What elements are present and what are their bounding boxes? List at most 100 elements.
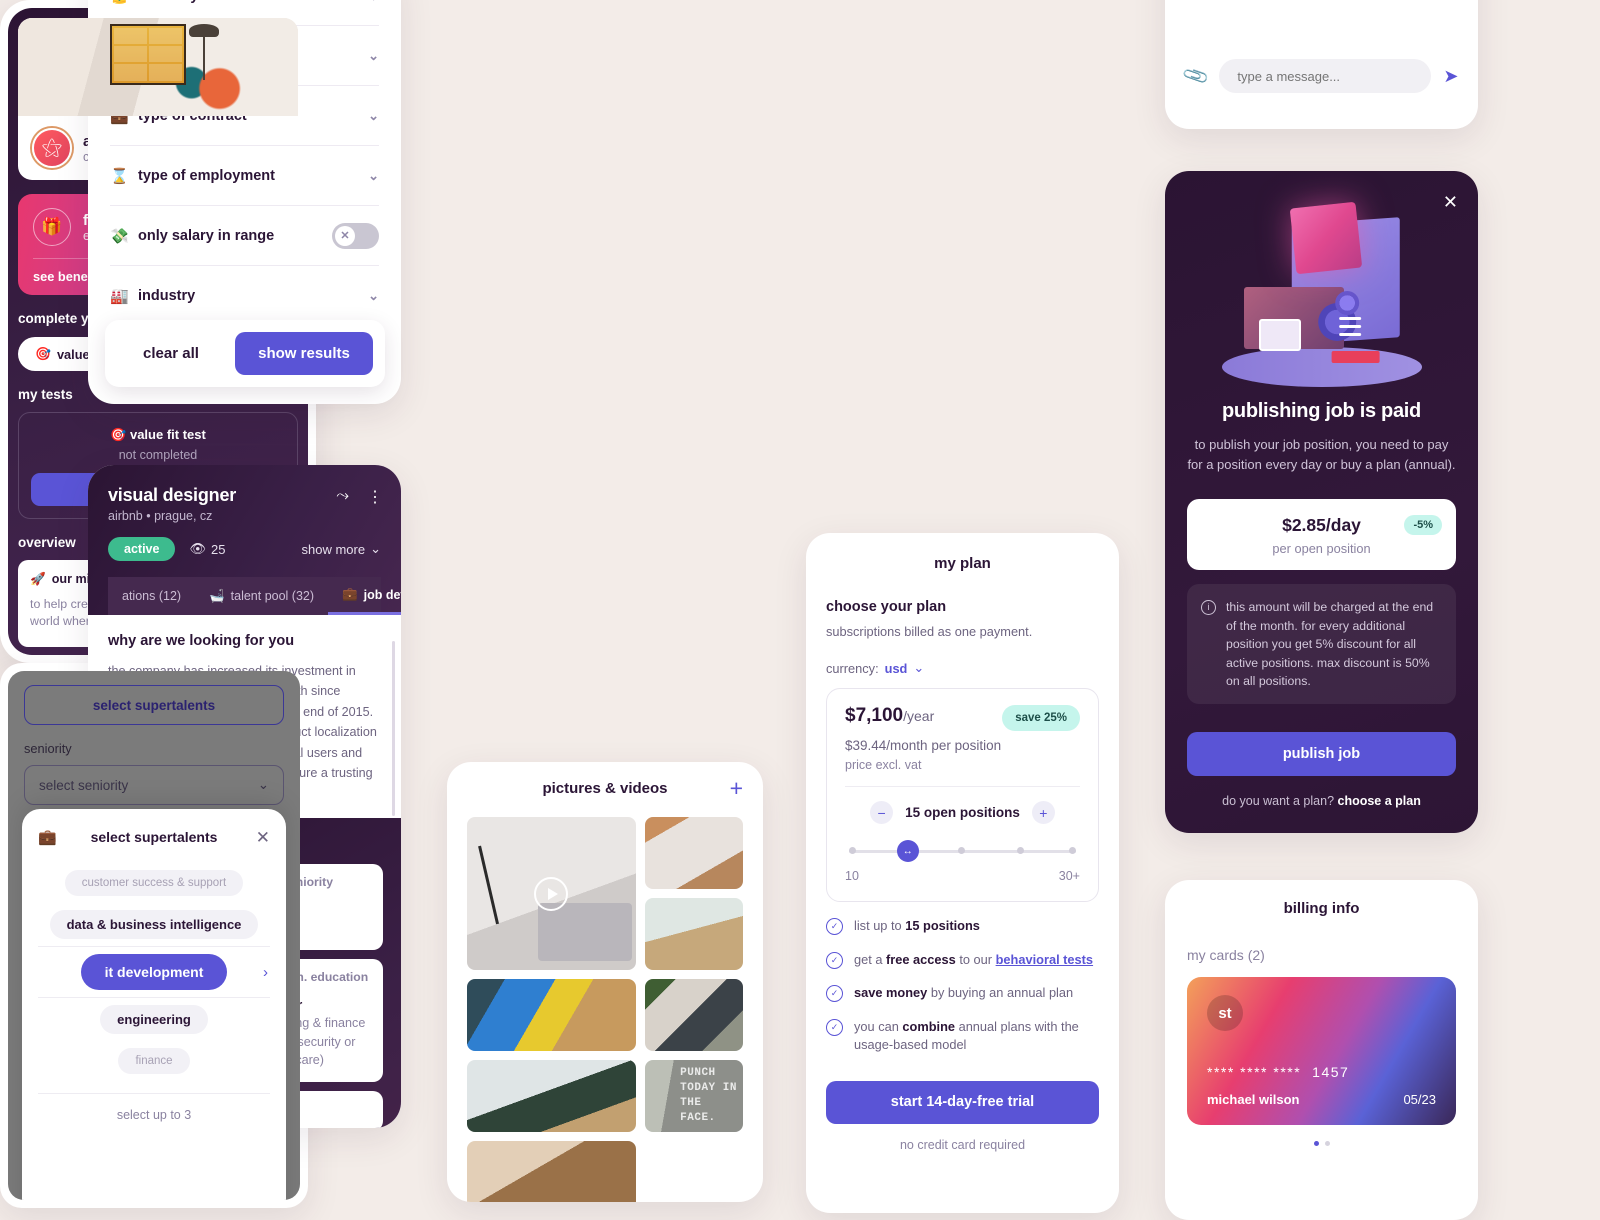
chevron-right-icon[interactable]: › <box>263 964 268 981</box>
option-it-development[interactable]: it development › <box>38 946 270 998</box>
close-icon[interactable]: ✕ <box>256 829 270 846</box>
publishing-job-modal: ✕ publishing job is paid to publish your… <box>1165 171 1478 833</box>
tab-label: job detail <box>363 587 401 602</box>
crown-icon: 👑 <box>110 0 129 5</box>
decorative-shelf <box>110 23 186 85</box>
views-counter: 👁 25 <box>189 541 225 557</box>
check-icon: ✓ <box>826 951 843 969</box>
feature-item-behavioral-tests: ✓ get a free access to our behavioral te… <box>826 951 1099 970</box>
media-thumbnail[interactable] <box>644 817 743 889</box>
filter-label: seniority <box>138 0 358 4</box>
feature-item-save-money: ✓ save money by buying an annual plan <box>826 984 1099 1003</box>
paperclip-icon[interactable]: 📎 <box>1181 61 1211 90</box>
currency-value: usd <box>884 660 908 676</box>
choose-a-plan-link[interactable]: choose a plan <box>1338 794 1421 808</box>
toggle-knob: ✕ <box>335 225 355 246</box>
carousel-dot[interactable] <box>1324 1141 1330 1146</box>
publish-job-button[interactable]: publish job <box>1187 732 1456 777</box>
plan-question: do you want a plan? <box>1222 794 1335 809</box>
option-customer-success[interactable]: customer success & support <box>38 863 270 903</box>
start-trial-button[interactable]: start 14-day-free trial <box>826 1080 1099 1124</box>
billing-info-panel: billing info my cards (2) st **** **** *… <box>1165 880 1478 1220</box>
airbnb-logo-icon: ⚝ <box>32 128 72 168</box>
chevron-down-icon[interactable]: ⌄ <box>368 288 379 304</box>
salary-range-toggle[interactable]: ✕ <box>332 222 379 249</box>
chevron-down-icon[interactable]: ⌄ <box>368 168 379 184</box>
supertalents-dimmed-background: select supertalents seniority select sen… <box>8 671 300 1200</box>
filter-row-only-salary-in-range[interactable]: 💸 only salary in range ✕ <box>110 206 379 266</box>
media-thumbnail[interactable] <box>644 979 743 1051</box>
positions-slider[interactable]: ↔ <box>845 840 1080 862</box>
media-thumbnail[interactable] <box>467 979 636 1051</box>
positions-stepper: − 15 open positions + <box>845 786 1080 824</box>
feature-text: save money by buying an annual plan <box>854 985 1074 1001</box>
media-header: pictures & videos + <box>467 777 743 800</box>
decorative-lamp <box>188 23 219 80</box>
media-grid: punch today in the face. <box>467 817 743 1202</box>
currency-selector[interactable]: currency: usd ⌄ <box>826 660 1099 676</box>
tab-applications[interactable]: ations (12) <box>108 577 195 615</box>
select-supertalents-button[interactable]: select supertalents <box>24 685 284 725</box>
chevron-down-icon: ⌄ <box>913 660 925 675</box>
vat-note: price excl. vat <box>845 758 922 772</box>
chevron-down-icon[interactable]: ⌄ <box>368 108 379 124</box>
clear-all-button[interactable]: clear all <box>117 345 225 362</box>
card-carousel-dots <box>1187 1141 1456 1146</box>
supertalents-options-list: customer success & support data & busine… <box>38 863 270 1081</box>
credit-card[interactable]: st **** **** **** 1457 michael wilson 05… <box>1187 977 1456 1125</box>
modal-header: 💼 select supertalents ✕ <box>38 825 270 849</box>
share-icon[interactable]: ⤳ <box>336 487 349 507</box>
add-media-icon[interactable]: + <box>730 777 743 800</box>
tab-job-detail[interactable]: 💼 job detail <box>328 577 401 615</box>
slider-handle[interactable]: ↔ <box>896 840 919 862</box>
illustration-book <box>1331 351 1380 363</box>
publish-footer: do you want a plan? choose a plan <box>1187 794 1456 808</box>
media-video-thumbnail[interactable] <box>467 817 636 970</box>
seniority-select[interactable]: select seniority ⌄ <box>24 765 284 805</box>
option-engineering[interactable]: engineering <box>38 998 270 1041</box>
media-thumbnail[interactable] <box>644 898 743 970</box>
option-data-business-intelligence[interactable]: data & business intelligence <box>38 903 270 946</box>
choose-plan-heading: choose your plan <box>826 599 947 615</box>
target-icon: 🎯 <box>110 427 127 442</box>
filter-label: type of employment <box>138 167 275 184</box>
chevron-down-icon[interactable]: ⌄ <box>368 48 379 64</box>
media-quote-text: punch today in the face. <box>680 1067 737 1124</box>
billing-notice-text: this amount will be charged at the end o… <box>1226 600 1434 689</box>
job-tabs: ations (12) 🛁 talent pool (32) 💼 job det… <box>108 577 401 615</box>
play-icon[interactable] <box>534 876 569 911</box>
discount-badge: -5% <box>1404 515 1442 536</box>
show-results-button[interactable]: show results <box>235 332 373 375</box>
increment-positions-button[interactable]: + <box>1031 801 1055 824</box>
behavioral-tests-link[interactable]: behavioral tests <box>996 952 1093 967</box>
filter-row-industry[interactable]: 🏭 industry ⌄ <box>110 266 379 326</box>
option-finance[interactable]: finance <box>38 1041 270 1081</box>
message-input[interactable] <box>1219 59 1432 93</box>
seniority-field-label: seniority <box>24 741 72 756</box>
seniority-placeholder: select seniority <box>39 777 129 793</box>
feature-text: get a free access to our behavioral test… <box>854 951 1094 967</box>
tab-talent-pool[interactable]: 🛁 talent pool (32) <box>195 577 328 615</box>
filter-row-type-of-employment[interactable]: ⌛ type of employment ⌄ <box>110 146 379 206</box>
send-icon[interactable]: ➤ <box>1443 66 1458 87</box>
card-number: **** **** **** 1457 <box>1207 1064 1436 1080</box>
media-thumbnail[interactable] <box>467 1060 636 1132</box>
billing-panel-title: billing info <box>1283 900 1360 917</box>
hourglass-icon: ⌛ <box>110 167 129 185</box>
card-footer: michael wilson 05/23 <box>1207 1092 1436 1107</box>
chevron-down-icon: ⌄ <box>257 777 269 792</box>
target-icon: 🎯 <box>35 346 51 361</box>
more-options-icon[interactable]: ⋮ <box>367 487 383 507</box>
media-thumbnail-quote[interactable]: punch today in the face. <box>644 1060 743 1132</box>
carousel-dot-active[interactable] <box>1313 1141 1319 1146</box>
decrement-positions-button[interactable]: − <box>870 801 894 824</box>
chevron-down-icon[interactable]: ⌄ <box>368 0 379 4</box>
check-icon: ✓ <box>826 985 843 1003</box>
job-company-location: airbnb • prague, cz <box>108 509 213 523</box>
media-thumbnail[interactable] <box>467 1141 636 1202</box>
description-scrollbar[interactable] <box>392 641 395 816</box>
no-credit-card-note: no credit card required <box>899 1137 1026 1152</box>
bath-icon: 🛁 <box>209 588 225 603</box>
show-more-toggle[interactable]: show more ⌄ <box>302 541 381 557</box>
supertalents-modal: 💼 select supertalents ✕ customer success… <box>22 809 286 1200</box>
